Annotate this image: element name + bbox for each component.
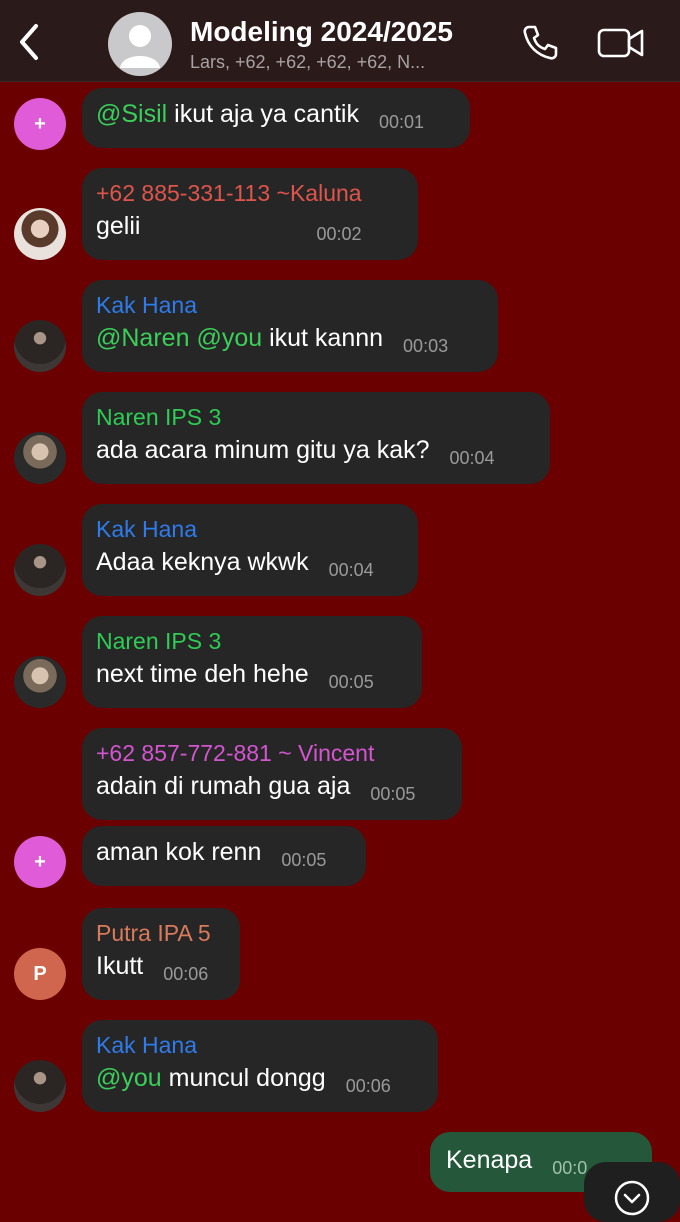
sender-avatar[interactable]	[14, 320, 66, 372]
message-text: gelii 00:02	[96, 212, 362, 244]
video-camera-icon	[597, 28, 644, 58]
video-call-button[interactable]	[596, 26, 646, 60]
message-time: 00:06	[345, 1076, 391, 1096]
message-text: Adaa keknya wkwk 00:04	[96, 548, 374, 580]
voice-call-button[interactable]	[520, 22, 560, 62]
back-button[interactable]	[12, 22, 48, 62]
group-title[interactable]: Modeling 2024/2025	[190, 16, 453, 48]
message-bubble[interactable]: Naren IPS 3 next time deh hehe 00:05	[82, 616, 422, 708]
message-text: Ikutt 00:06	[96, 952, 209, 984]
sender-avatar[interactable]	[14, 544, 66, 596]
sender-name[interactable]: +62 885-331-113 ~Kaluna	[96, 178, 404, 208]
group-avatar[interactable]	[108, 12, 172, 76]
plus-icon: +	[34, 850, 46, 873]
message-bubble[interactable]: Putra IPA 5 Ikutt 00:06	[82, 908, 240, 1000]
sender-name[interactable]: Naren IPS 3	[96, 626, 408, 656]
sender-name[interactable]: Putra IPA 5	[96, 918, 226, 948]
message-bubble[interactable]: Kak Hana @Naren @you ikut kannn 00:03	[82, 280, 498, 372]
message-text: ada acara minum gitu ya kak? 00:04	[96, 436, 495, 468]
message-time: 00:05	[370, 784, 416, 804]
sender-avatar[interactable]: P	[14, 948, 66, 1000]
sender-name[interactable]: +62 857-772-881 ~ Vincent	[96, 738, 448, 768]
message-time: 00:04	[328, 560, 374, 580]
message-bubble[interactable]: Kak Hana @you muncul dongg 00:06	[82, 1020, 438, 1112]
sender-avatar[interactable]	[14, 208, 66, 260]
message-text: aman kok renn 00:05	[96, 838, 327, 870]
person-silhouette-icon	[120, 25, 160, 68]
chevron-down-icon	[614, 1180, 650, 1216]
message-time: 00:02	[316, 224, 362, 244]
message-time: 00:05	[328, 672, 374, 692]
message-time: 00:01	[378, 112, 425, 132]
sender-avatar[interactable]	[14, 656, 66, 708]
scroll-to-bottom-button[interactable]	[584, 1162, 680, 1222]
message-bubble[interactable]: +62 885-331-113 ~Kaluna gelii 00:02	[82, 168, 418, 260]
message-text: @Naren @you ikut kannn 00:03	[96, 324, 449, 356]
message-time: 00:04	[449, 448, 495, 468]
mention[interactable]: @you	[96, 1064, 162, 1092]
message-time: 00:06	[163, 964, 209, 984]
message-text: @you muncul dongg 00:06	[96, 1064, 391, 1096]
message-text: next time deh hehe 00:05	[96, 660, 374, 692]
sender-name[interactable]: Naren IPS 3	[96, 402, 536, 432]
mention[interactable]: @Naren	[96, 324, 189, 352]
message-bubble[interactable]: aman kok renn 00:05	[82, 826, 366, 886]
message-bubble[interactable]: Kak Hana Adaa keknya wkwk 00:04	[82, 504, 418, 596]
message-time: 00:03	[403, 336, 449, 356]
message-time: 00:05	[281, 850, 327, 870]
message-bubble[interactable]: +62 857-772-881 ~ Vincent adain di rumah…	[82, 728, 462, 820]
sender-name[interactable]: Kak Hana	[96, 1030, 424, 1060]
sender-name[interactable]: Kak Hana	[96, 514, 404, 544]
mention[interactable]: @you	[196, 324, 262, 352]
sender-avatar[interactable]: +	[14, 98, 66, 150]
sender-avatar[interactable]: +	[14, 836, 66, 888]
sender-avatar[interactable]	[14, 1060, 66, 1112]
chevron-left-icon	[20, 24, 38, 60]
message-text: @Sisil ikut aja ya cantik 00:01	[96, 100, 425, 132]
message-text: adain di rumah gua aja 00:05	[96, 772, 416, 804]
mention[interactable]: @Sisil	[96, 100, 167, 128]
avatar-initial: P	[33, 962, 47, 985]
sender-name[interactable]: Kak Hana	[96, 290, 484, 320]
message-bubble[interactable]: @Sisil ikut aja ya cantik 00:01	[82, 88, 470, 148]
chat-header: Modeling 2024/2025 Lars, +62, +62, +62, …	[0, 0, 680, 82]
plus-icon: +	[34, 112, 46, 135]
sender-avatar[interactable]	[14, 432, 66, 484]
phone-icon	[523, 25, 558, 60]
message-time: 00:0	[552, 1158, 588, 1178]
message-bubble[interactable]: Naren IPS 3 ada acara minum gitu ya kak?…	[82, 392, 550, 484]
group-members-subtitle[interactable]: Lars, +62, +62, +62, +62, N...	[190, 52, 510, 73]
